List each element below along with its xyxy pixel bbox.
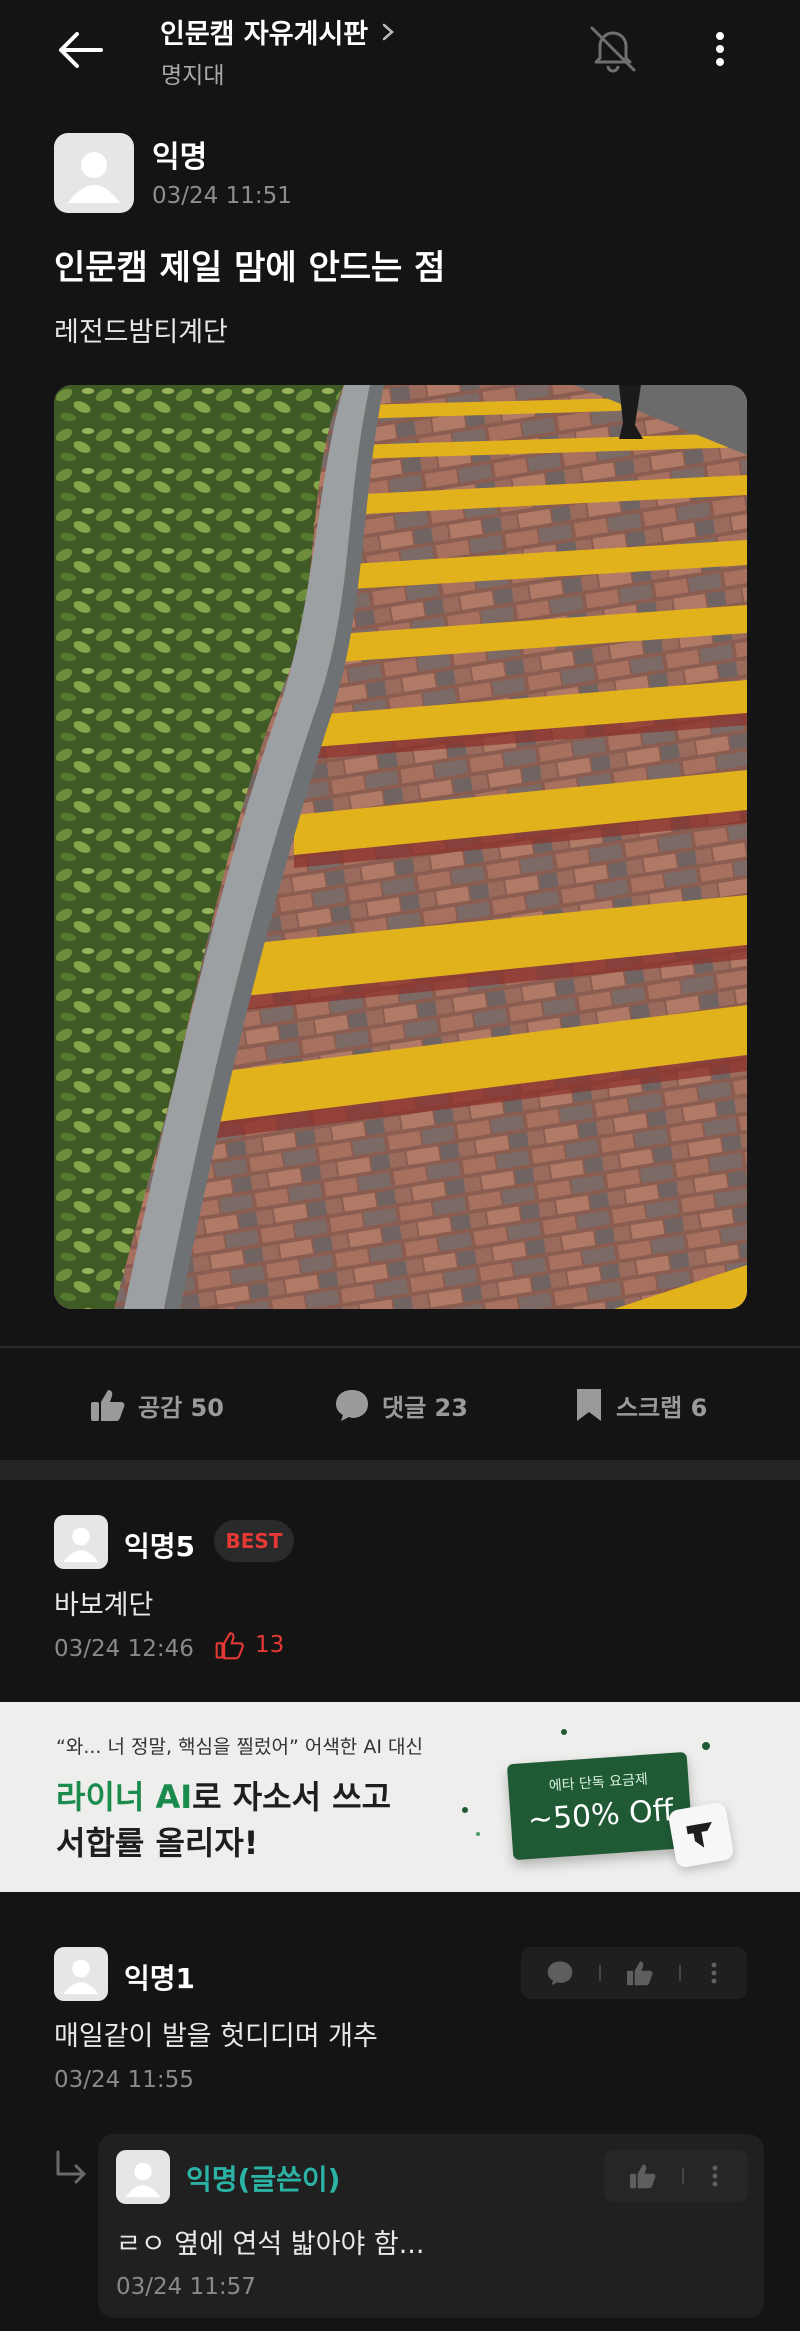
thumbs-up-icon bbox=[91, 1390, 125, 1421]
ad-card-big: ~50% Off bbox=[526, 1792, 675, 1839]
board-title: 인문캠 자유게시판 bbox=[160, 19, 369, 50]
reply-button[interactable] bbox=[521, 1947, 599, 1999]
comment-time: 03/24 11:55 bbox=[54, 2067, 194, 2093]
thumbs-up-outline-icon bbox=[215, 1632, 244, 1660]
notification-toggle-button[interactable] bbox=[580, 18, 646, 80]
comment-count-label: 댓글 23 bbox=[382, 1393, 468, 1422]
reply-author: 익명(글쓴이) bbox=[186, 2163, 341, 2196]
best-badge: BEST bbox=[214, 1520, 294, 1562]
more-vertical-icon bbox=[716, 32, 724, 66]
comment-more-button[interactable] bbox=[681, 1947, 747, 1999]
default-avatar-icon bbox=[125, 2162, 161, 2198]
comment-author: 익명1 bbox=[124, 1962, 196, 1995]
bookmark-icon bbox=[577, 1389, 601, 1421]
post-body: 레전드밤티계단 bbox=[54, 317, 228, 348]
liner-logo-icon bbox=[667, 1801, 735, 1869]
thumbs-up-icon bbox=[630, 2164, 656, 2189]
default-avatar-icon bbox=[63, 1527, 99, 1563]
speech-bubble-icon bbox=[336, 1390, 368, 1421]
comment-actions bbox=[521, 1947, 747, 1999]
like-count-label: 공감 50 bbox=[138, 1393, 224, 1422]
section-separator bbox=[0, 1460, 800, 1480]
ad-banner[interactable]: “와... 너 정말, 핵심을 찔렀어” 어색한 AI 대신 라이너 AI로 자… bbox=[0, 1702, 800, 1892]
comment-button[interactable]: 댓글 23 bbox=[334, 1370, 468, 1440]
comment-like-number: 13 bbox=[255, 1632, 285, 1658]
like-button[interactable]: 공감 50 bbox=[90, 1370, 224, 1440]
post-title: 인문캠 제일 맘에 안드는 점 bbox=[54, 248, 446, 288]
thumbs-up-icon bbox=[627, 1961, 653, 1986]
default-avatar-icon bbox=[68, 152, 120, 203]
comment-avatar bbox=[54, 1515, 108, 1569]
reply-time: 03/24 11:57 bbox=[116, 2274, 256, 2300]
bell-off-icon bbox=[590, 26, 636, 73]
back-arrow-icon bbox=[59, 32, 103, 68]
post-photo[interactable] bbox=[54, 385, 747, 1309]
comment-like-button[interactable] bbox=[601, 1947, 679, 1999]
post-actions: 공감 50 댓글 23 스크랩 6 bbox=[0, 1370, 800, 1440]
reply-comment: 익명(글쓴이) ㄹㅇ 옆에 연석 밟아야 함... 03/24 11:57 bbox=[98, 2134, 764, 2318]
comment-author: 익명5 bbox=[124, 1530, 196, 1563]
post-author: 익명 bbox=[152, 140, 208, 175]
ad-price-card: 에타 단독 요금제 ~50% Off bbox=[506, 1751, 694, 1861]
more-options-button[interactable] bbox=[700, 22, 740, 76]
comment-avatar bbox=[54, 1947, 108, 2001]
speech-bubble-icon bbox=[547, 1961, 573, 1986]
post-time: 03/24 11:51 bbox=[152, 183, 292, 209]
reply-actions bbox=[604, 2150, 748, 2202]
reply-like-button[interactable] bbox=[604, 2150, 682, 2202]
divider bbox=[0, 1346, 800, 1348]
reply-text: ㄹㅇ 옆에 연석 밟아야 함... bbox=[116, 2229, 425, 2260]
top-bar: 인문캠 자유게시판 명지대 bbox=[0, 0, 800, 110]
comment-like-count: 13 bbox=[215, 1630, 284, 1660]
comment-time: 03/24 12:46 bbox=[54, 1636, 194, 1662]
more-vertical-icon bbox=[711, 1962, 717, 1984]
board-title-link[interactable]: 인문캠 자유게시판 bbox=[160, 12, 398, 51]
more-vertical-icon bbox=[712, 2165, 718, 2187]
scrap-button[interactable]: 스크랩 6 bbox=[574, 1370, 707, 1440]
reply-arrow-icon bbox=[56, 2150, 86, 2184]
reply-avatar bbox=[116, 2150, 170, 2204]
school-name: 명지대 bbox=[161, 63, 225, 89]
default-avatar-icon bbox=[63, 1959, 99, 1995]
chevron-right-icon bbox=[382, 23, 395, 40]
scrap-count-label: 스크랩 6 bbox=[616, 1393, 708, 1422]
author-avatar bbox=[54, 133, 134, 213]
reply-more-button[interactable] bbox=[684, 2150, 746, 2202]
back-button[interactable] bbox=[48, 22, 112, 78]
comment-text: 매일같이 발을 헛디디며 개추 bbox=[54, 2021, 378, 2052]
comment-text: 바보계단 bbox=[54, 1590, 154, 1621]
